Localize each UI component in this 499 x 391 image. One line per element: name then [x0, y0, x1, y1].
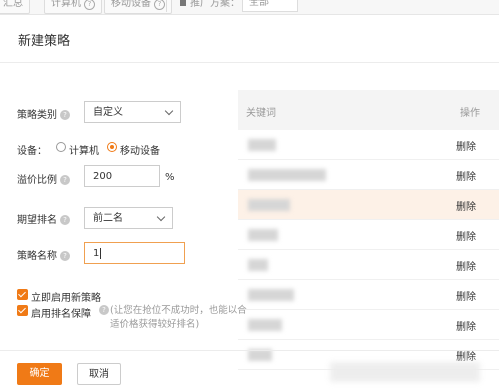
table-row: 删除	[238, 220, 499, 250]
chevron-down-icon	[164, 106, 174, 116]
table-row-highlighted: 删除	[238, 190, 499, 220]
delete-link[interactable]: 删除	[456, 288, 476, 303]
tab-summary[interactable]: 汇总	[0, 0, 30, 14]
table-row: 删除	[238, 280, 499, 310]
plan-icon	[180, 0, 186, 6]
radio-computer-label: 计算机	[69, 146, 99, 157]
help-icon: ?	[60, 215, 70, 225]
keyword-redacted	[248, 319, 282, 331]
help-icon: ?	[84, 0, 95, 10]
delete-link[interactable]: 删除	[456, 258, 476, 273]
delete-link[interactable]: 删除	[456, 318, 476, 333]
delete-link[interactable]: 删除	[456, 198, 476, 213]
table-row: 删除	[238, 250, 499, 280]
rank-guarantee-hint: (让您在抢位不成功时，也能以合适价格获得较好排名)	[110, 305, 247, 330]
premium-unit: %	[165, 172, 175, 183]
delete-link[interactable]: 删除	[456, 168, 476, 183]
radio-computer[interactable]	[56, 142, 66, 152]
cancel-button[interactable]: 取消	[77, 363, 121, 385]
radio-mobile-device[interactable]	[107, 142, 117, 152]
plan-filter-label: 推广方案：	[190, 0, 240, 9]
help-icon: ?	[60, 110, 70, 120]
column-header-keyword: 关键词	[246, 108, 276, 119]
keyword-table: 关键词 操作 删除 删除 删除 删除 删除 删除 删除 删除	[238, 90, 499, 370]
text-cursor	[100, 247, 102, 259]
keyword-redacted	[248, 289, 294, 301]
help-icon: ?	[60, 251, 70, 261]
chevron-down-icon	[156, 212, 166, 222]
enable-now-label: 立即启用新策略	[31, 293, 101, 304]
premium-label: 溢价比例?	[17, 171, 70, 186]
keyword-redacted	[248, 199, 290, 211]
keyword-redacted	[248, 229, 278, 241]
table-row: 删除	[238, 310, 499, 340]
radio-mobile-device-label: 移动设备	[120, 146, 160, 157]
rank-guarantee-label: 启用排名保障	[31, 309, 91, 320]
expected-rank-select[interactable]: 前二名	[84, 207, 173, 229]
keyword-redacted	[248, 259, 268, 271]
premium-input[interactable]: 200	[84, 165, 160, 187]
divider	[166, 0, 167, 12]
enable-now-checkbox[interactable]	[17, 289, 28, 300]
strategy-name-input[interactable]: 1	[84, 242, 185, 264]
divider	[0, 350, 499, 351]
table-row: 删除	[238, 160, 499, 190]
help-icon: ?	[99, 305, 109, 315]
tab-mobile[interactable]: 移动设备?	[104, 0, 172, 14]
column-header-action: 操作	[460, 108, 480, 119]
expected-rank-label: 期望排名?	[17, 211, 70, 226]
help-icon: ?	[154, 0, 165, 10]
plan-filter-select[interactable]: 全部	[242, 0, 298, 12]
confirm-button[interactable]: 确定	[17, 363, 62, 385]
strategy-name-label: 策略名称?	[17, 247, 70, 262]
watermark	[330, 362, 480, 382]
delete-link[interactable]: 删除	[456, 228, 476, 243]
divider	[0, 62, 499, 63]
strategy-type-select[interactable]: 自定义	[84, 101, 181, 123]
dialog-title: 新建策略	[18, 34, 71, 49]
strategy-type-label: 策略类别?	[17, 106, 70, 121]
keyword-redacted	[248, 139, 276, 151]
delete-link[interactable]: 删除	[456, 138, 476, 153]
device-label: 设备：	[17, 146, 47, 157]
table-row: 删除	[238, 130, 499, 160]
top-tab-strip: 汇总 计算机? 移动设备? 推广方案： 全部	[0, 0, 499, 15]
rank-guarantee-checkbox[interactable]	[17, 305, 28, 316]
table-header: 关键词 操作	[238, 90, 499, 130]
keyword-redacted	[248, 169, 326, 181]
tab-computer[interactable]: 计算机?	[44, 0, 102, 14]
help-icon: ?	[60, 175, 70, 185]
